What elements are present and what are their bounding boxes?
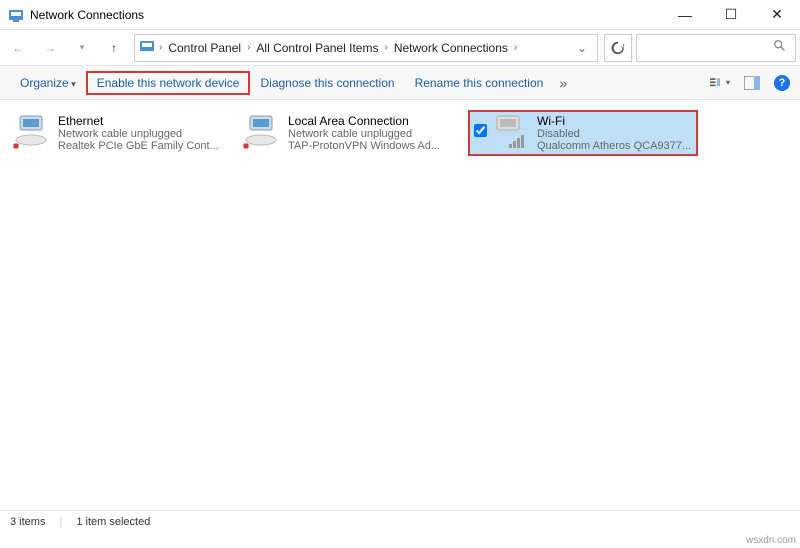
connection-adapter: TAP-ProtonVPN Windows Ad...	[288, 140, 464, 152]
view-options-button[interactable]: ▾	[710, 74, 730, 92]
selection-checkbox[interactable]	[474, 124, 487, 137]
status-bar: 3 items | 1 item selected	[0, 510, 800, 532]
connection-status: Disabled	[537, 128, 694, 140]
diagnose-button[interactable]: Diagnose this connection	[250, 72, 404, 94]
organize-button[interactable]: Organize	[10, 72, 86, 94]
connection-item[interactable]: Ethernet Network cable unplugged Realtek…	[8, 110, 238, 156]
window-buttons: — ☐ ✕	[662, 0, 800, 30]
breadcrumb-item[interactable]: All Control Panel Items	[252, 41, 382, 55]
maximize-button[interactable]: ☐	[708, 0, 754, 30]
chevron-right-icon[interactable]: ›	[245, 42, 252, 53]
recent-button[interactable]: ▾	[68, 34, 96, 62]
refresh-button[interactable]	[604, 34, 632, 62]
ethernet-icon	[12, 114, 52, 150]
window-title: Network Connections	[30, 8, 662, 22]
breadcrumb-item[interactable]: Control Panel	[164, 41, 245, 55]
up-button[interactable]: ↑	[100, 34, 128, 62]
address-dropdown[interactable]: ⌄	[571, 41, 593, 55]
close-button[interactable]: ✕	[754, 0, 800, 30]
selection-count: 1 item selected	[76, 516, 150, 528]
rename-button[interactable]: Rename this connection	[405, 72, 554, 94]
chevron-right-icon[interactable]: ›	[382, 42, 389, 53]
connection-name: Wi-Fi	[537, 114, 694, 128]
nav-bar: ← → ▾ ↑ › Control Panel › All Control Pa…	[0, 30, 800, 66]
chevron-right-icon[interactable]: ›	[512, 42, 519, 53]
content-area: Ethernet Network cable unplugged Realtek…	[0, 100, 800, 166]
address-bar[interactable]: › Control Panel › All Control Panel Item…	[134, 34, 598, 62]
preview-pane-button[interactable]	[742, 74, 762, 92]
connection-status: Network cable unplugged	[288, 128, 464, 140]
title-bar: Network Connections — ☐ ✕	[0, 0, 800, 30]
chevron-right-icon[interactable]: ›	[157, 42, 164, 53]
connection-item[interactable]: Local Area Connection Network cable unpl…	[238, 110, 468, 156]
forward-button[interactable]: →	[36, 34, 64, 62]
overflow-button[interactable]: »	[559, 75, 567, 91]
ethernet-icon	[242, 114, 282, 150]
item-count: 3 items	[10, 516, 45, 528]
watermark: wsxdn.com	[746, 535, 796, 546]
wifi-icon	[491, 114, 531, 150]
status-separator: |	[59, 516, 62, 528]
command-bar: Organize Enable this network device Diag…	[0, 66, 800, 100]
enable-device-button[interactable]: Enable this network device	[86, 71, 251, 95]
folder-icon	[139, 38, 155, 57]
back-button[interactable]: ←	[4, 34, 32, 62]
connection-item-selected[interactable]: Wi-Fi Disabled Qualcomm Atheros QCA9377.…	[468, 110, 698, 156]
connection-adapter: Realtek PCIe GbE Family Cont...	[58, 140, 234, 152]
minimize-button[interactable]: —	[662, 0, 708, 30]
connection-status: Network cable unplugged	[58, 128, 234, 140]
breadcrumb-item[interactable]: Network Connections	[390, 41, 512, 55]
app-icon	[8, 7, 24, 23]
connection-adapter: Qualcomm Atheros QCA9377...	[537, 140, 694, 152]
search-icon	[773, 39, 787, 56]
connection-name: Ethernet	[58, 114, 234, 128]
connection-name: Local Area Connection	[288, 114, 464, 128]
search-box[interactable]	[636, 34, 796, 62]
help-button[interactable]: ?	[774, 75, 790, 91]
